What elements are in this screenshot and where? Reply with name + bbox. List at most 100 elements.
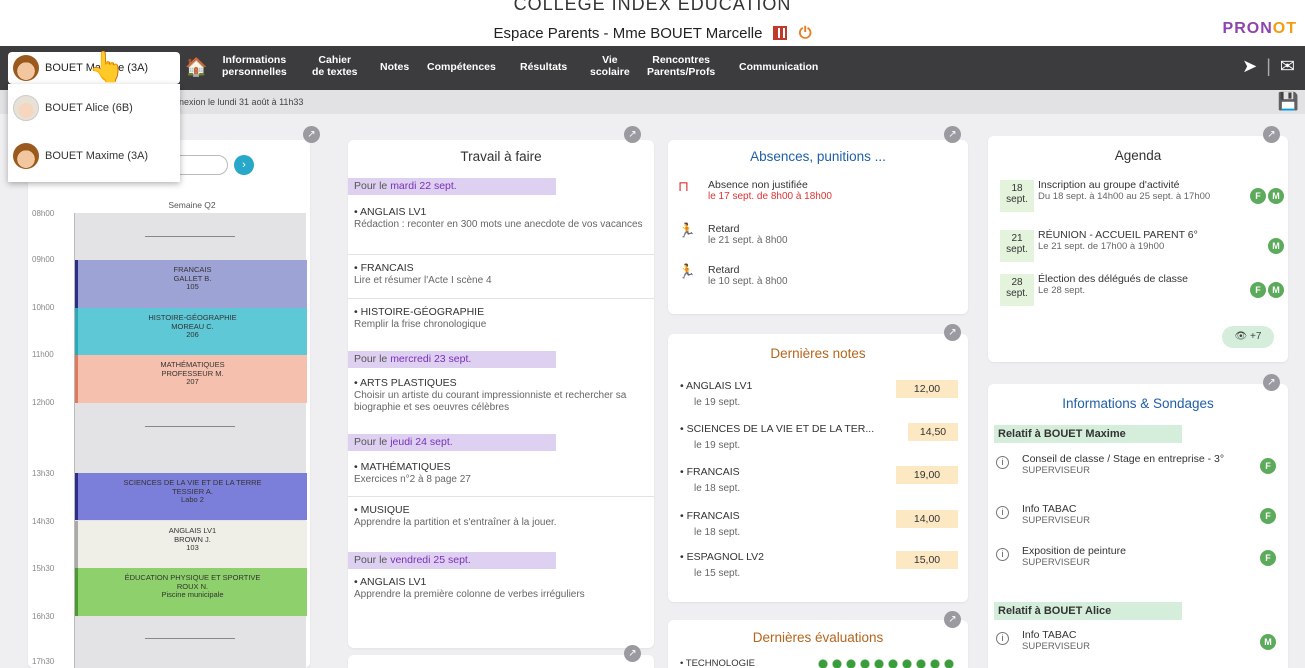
day-band: Pour le jeudi 24 sept. <box>348 434 556 451</box>
dropdown-item-maxime[interactable]: BOUET Maxime (3A) <box>8 136 180 176</box>
course-svt[interactable]: SCIENCES DE LA VIE ET DE LA TERRE TESSIER… <box>75 473 307 520</box>
informations-title: Informations & Sondages <box>1062 396 1214 411</box>
save-icon[interactable]: 💾 <box>1278 92 1299 111</box>
evaluations-title: Dernières évaluations <box>752 630 884 645</box>
competence-dots <box>816 658 956 668</box>
grade-row[interactable]: • FRANCAIS le 18 sept. 19,00 <box>680 466 958 500</box>
nav-cahier[interactable]: Cahier de textes <box>312 54 358 78</box>
divider <box>348 298 654 299</box>
grade-row[interactable]: • ANGLAIS LV1 le 19 sept. 12,00 <box>680 380 958 414</box>
dropdown-item-alice[interactable]: BOUET Alice (6B) <box>8 88 180 128</box>
badge-m: M <box>1268 188 1284 204</box>
agenda-card: Agenda 18 sept. Inscription au groupe d'a… <box>988 136 1288 362</box>
course-histoire[interactable]: HISTOIRE-GÉOGRAPHIE MOREAU C. 206 <box>75 308 307 355</box>
grade-subject: • SCIENCES DE LA VIE ET DE LA TER... <box>680 423 875 435</box>
page-header: COLLEGE INDEX EDUCATION Espace Parents -… <box>0 0 1305 46</box>
badge-m: M <box>1268 238 1284 254</box>
expand-icon[interactable]: ↗ <box>944 126 961 143</box>
show-more-button[interactable]: 👁 +7 <box>1222 326 1274 348</box>
grade-value: 14,50 <box>908 423 958 441</box>
task-item[interactable]: • ANGLAIS LV1 Apprendre la première colon… <box>354 576 648 601</box>
next-day-icon[interactable]: › <box>234 155 254 175</box>
nav-rencontres[interactable]: Rencontres Parents/Profs <box>647 54 715 78</box>
badge-f: F <box>1260 508 1276 524</box>
week-label: Semaine Q2 <box>168 200 216 210</box>
expand-icon[interactable]: ↗ <box>944 611 961 628</box>
qr-code-icon[interactable] <box>772 26 787 40</box>
absences-card: Absences, punitions ... ⊓ Absence non ju… <box>668 140 968 314</box>
expand-icon[interactable]: ↗ <box>1263 126 1280 143</box>
info-item[interactable]: i Exposition de peinture SUPERVISEUR F <box>996 546 1278 578</box>
day-band: Pour le vendredi 25 sept. <box>348 552 556 569</box>
nav-communication[interactable]: Communication <box>739 61 818 73</box>
notifications-icon[interactable]: ✉ <box>1280 56 1295 76</box>
badge-f: F <box>1260 550 1276 566</box>
hour-label: 17h30 <box>32 657 55 666</box>
free-slot <box>145 426 235 427</box>
task-item[interactable]: • HISTOIRE-GÉOGRAPHIE Remplir la frise ch… <box>354 306 648 331</box>
task-item[interactable]: • MATHÉMATIQUES Exercices n°2 à 8 page 27 <box>354 461 648 486</box>
grade-subject: • FRANCAIS <box>680 466 740 478</box>
task-item[interactable]: • ARTS PLASTIQUES Choisir un artiste du c… <box>354 377 648 414</box>
timetable-card: ept. › Semaine Q2 08h00 09h00 10h00 11h0… <box>28 140 310 668</box>
course-francais[interactable]: FRANCAIS GALLET B. 105 <box>75 260 307 308</box>
course-eps[interactable]: ÉDUCATION PHYSIQUE ET SPORTIVE ROUX N. Pis… <box>75 568 307 616</box>
last-connection: nnexion le lundi 31 août à 11h33 <box>174 97 304 107</box>
home-icon[interactable]: 🏠 <box>185 57 207 78</box>
student-dropdown: BOUET Alice (6B) BOUET Maxime (3A) <box>8 84 180 182</box>
agenda-item[interactable]: 28 sept. Élection des délégués de classe L… <box>1000 274 1284 314</box>
nav-resultats[interactable]: Résultats <box>520 61 567 73</box>
send-icon[interactable]: ➤ <box>1242 56 1257 76</box>
hour-label: 14h30 <box>32 517 55 526</box>
info-item[interactable]: i Info TABAC SUPERVISEUR M <box>996 630 1278 662</box>
hour-label: 11h00 <box>32 350 54 359</box>
grade-row[interactable]: • SCIENCES DE LA VIE ET DE LA TER... le … <box>680 423 958 457</box>
agenda-item[interactable]: 21 sept. RÉUNION - ACCUEIL PARENT 6° Le 21… <box>1000 230 1284 270</box>
power-icon[interactable]: ⏻ <box>799 25 812 42</box>
course-anglais[interactable]: ANGLAIS LV1 BROWN J. 103 <box>75 521 307 568</box>
task-item[interactable]: • FRANCAIS Lire et résumer l'Acte I scène… <box>354 262 648 287</box>
eye-icon: 👁 <box>1234 331 1248 342</box>
retard-item[interactable]: 🏃 Retard le 10 sept. à 8h00 <box>678 263 958 287</box>
expand-icon[interactable]: ↗ <box>303 126 320 143</box>
hour-label: 16h30 <box>32 612 55 621</box>
absence-item[interactable]: ⊓ Absence non justifiée le 17 sept. de 8… <box>678 178 958 202</box>
day-band: Pour le mercredi 23 sept. <box>348 351 556 368</box>
grades-card: Dernières notes • ANGLAIS LV1 le 19 sept… <box>668 334 968 602</box>
grade-subject: • ESPAGNOL LV2 <box>680 551 765 563</box>
evaluation-subject[interactable]: • TECHNOLOGIE <box>680 658 755 668</box>
badge-f: F <box>1250 188 1266 204</box>
homework-title: Travail à faire <box>460 149 542 164</box>
badge-f: F <box>1260 458 1276 474</box>
badge-m: M <box>1260 634 1276 650</box>
grade-row[interactable]: • ESPAGNOL LV2 le 15 sept. 15,00 <box>680 551 958 585</box>
task-item[interactable]: • MUSIQUE Apprendre la partition et s'ent… <box>354 504 648 529</box>
espace-label: Espace Parents - Mme BOUET Marcelle <box>493 25 763 42</box>
agenda-item[interactable]: 18 sept. Inscription au groupe d'activité… <box>1000 180 1284 220</box>
expand-icon[interactable]: ↗ <box>944 324 961 341</box>
absence-icon: ⊓ <box>678 178 689 194</box>
grade-value: 14,00 <box>896 510 958 528</box>
retard-item[interactable]: 🏃 Retard le 21 sept. à 8h00 <box>678 223 958 246</box>
info-item[interactable]: i Info TABAC SUPERVISEUR F <box>996 504 1278 536</box>
info-icon: i <box>996 456 1009 469</box>
info-item[interactable]: i Conseil de classe / Stage en entrepris… <box>996 454 1278 486</box>
task-item[interactable]: • ANGLAIS LV1 Rédaction : reconter en 300… <box>354 206 648 231</box>
nav-informations[interactable]: Informations personnelles <box>222 54 287 78</box>
save-print-icons: 💾 <box>1278 92 1299 112</box>
hour-label: 12h00 <box>32 398 55 407</box>
grade-row[interactable]: • FRANCAIS le 18 sept. 14,00 <box>680 510 958 544</box>
info-icon: i <box>996 632 1009 645</box>
retard-icon: 🏃 <box>678 263 696 279</box>
nav-notes[interactable]: Notes <box>380 61 409 73</box>
hour-label: 10h00 <box>32 303 55 312</box>
main-navbar: BOUET Maxime (3A) 🏠 Informations personne… <box>0 46 1305 90</box>
expand-icon[interactable]: ↗ <box>624 645 641 662</box>
nav-vie-scolaire[interactable]: Vie scolaire <box>590 54 630 78</box>
avatar <box>13 143 39 169</box>
avatar <box>13 55 39 81</box>
nav-competences[interactable]: Compétences <box>427 61 496 73</box>
expand-icon[interactable]: ↗ <box>1263 374 1280 391</box>
course-maths[interactable]: MATHÉMATIQUES PROFESSEUR M. 207 <box>75 355 307 403</box>
expand-icon[interactable]: ↗ <box>624 126 641 143</box>
